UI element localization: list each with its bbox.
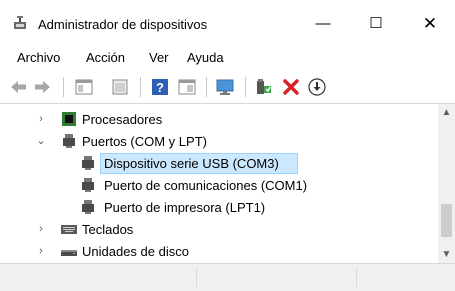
scroll-up-button[interactable]: ▲ <box>438 104 455 121</box>
tree-node-dispositivo-serie-usb[interactable]: Dispositivo serie USB (COM3) <box>0 153 438 174</box>
menu-archivo[interactable]: Archivo <box>17 50 60 65</box>
toolbar-separator <box>140 77 141 97</box>
status-divider <box>356 268 357 287</box>
toolbar-separator <box>63 77 64 97</box>
status-divider <box>196 268 197 287</box>
add-driver-icon[interactable] <box>253 77 273 97</box>
expand-icon[interactable]: › <box>36 223 46 235</box>
download-icon[interactable] <box>307 77 327 97</box>
maximize-button[interactable]: ☐ <box>356 9 396 39</box>
scroll-down-button[interactable]: ▼ <box>438 246 455 263</box>
menu-bar: Archivo Acción Ver Ayuda <box>0 45 455 69</box>
menu-accion[interactable]: Acción <box>86 50 125 65</box>
svg-text:?: ? <box>156 80 164 95</box>
collapse-icon[interactable]: ⌄ <box>36 135 46 147</box>
disk-drive-icon <box>61 250 77 256</box>
tree-node-puerto-comunicaciones[interactable]: Puerto de comunicaciones (COM1) <box>0 175 438 196</box>
monitor-scan-icon[interactable] <box>215 77 235 97</box>
scroll-thumb[interactable] <box>441 204 452 237</box>
menu-ver[interactable]: Ver <box>149 50 169 65</box>
tree-node-procesadores[interactable]: › Procesadores <box>0 109 438 130</box>
window-icon[interactable] <box>110 77 130 97</box>
toolbar-separator <box>206 77 207 97</box>
tree-node-label: Puerto de comunicaciones (COM1) <box>104 178 308 193</box>
tree-node-label: Procesadores <box>82 112 163 127</box>
device-manager-icon <box>14 16 26 29</box>
minimize-button[interactable]: — <box>303 9 343 39</box>
properties-panel-icon[interactable] <box>74 77 94 97</box>
menu-ayuda[interactable]: Ayuda <box>187 50 224 65</box>
tree-node-unidades-disco[interactable]: › Unidades de disco <box>0 241 438 262</box>
details-panel-icon[interactable] <box>177 77 197 97</box>
device-tree: › Procesadores ⌄ Puertos (COM y LPT) Dis… <box>0 103 455 264</box>
uninstall-icon[interactable] <box>281 77 301 97</box>
printer-port-icon <box>82 200 94 214</box>
port-icon <box>63 134 75 148</box>
toolbar-separator <box>245 77 246 97</box>
tree-node-puertos[interactable]: ⌄ Puertos (COM y LPT) <box>0 131 438 152</box>
expand-icon[interactable]: › <box>36 113 46 125</box>
tree-node-label: Dispositivo serie USB (COM3) <box>104 156 279 171</box>
status-bar <box>0 263 455 291</box>
tree-node-label: Puerto de impresora (LPT1) <box>104 200 266 215</box>
tree-node-label: Puertos (COM y LPT) <box>82 134 207 149</box>
close-button[interactable]: ✕ <box>410 9 450 39</box>
keyboard-icon <box>61 225 77 234</box>
tree-node-label: Teclados <box>82 222 134 237</box>
tree-node-puerto-impresora[interactable]: Puerto de impresora (LPT1) <box>0 197 438 218</box>
title-bar: Administrador de dispositivos — ☐ ✕ <box>0 0 455 45</box>
tree-node-teclados[interactable]: › Teclados <box>0 219 438 240</box>
expand-icon[interactable]: › <box>36 245 46 257</box>
toolbar: ? <box>0 71 455 103</box>
vertical-scrollbar[interactable]: ▲ ▼ <box>438 104 455 263</box>
serial-port-icon <box>82 156 94 170</box>
serial-port-icon <box>82 178 94 192</box>
processor-icon <box>62 112 76 126</box>
tree-node-label: Unidades de disco <box>82 244 189 259</box>
help-icon[interactable]: ? <box>150 77 170 97</box>
forward-arrow-icon[interactable] <box>32 77 52 97</box>
window-title: Administrador de dispositivos <box>38 17 208 32</box>
back-arrow-icon[interactable] <box>9 77 29 97</box>
